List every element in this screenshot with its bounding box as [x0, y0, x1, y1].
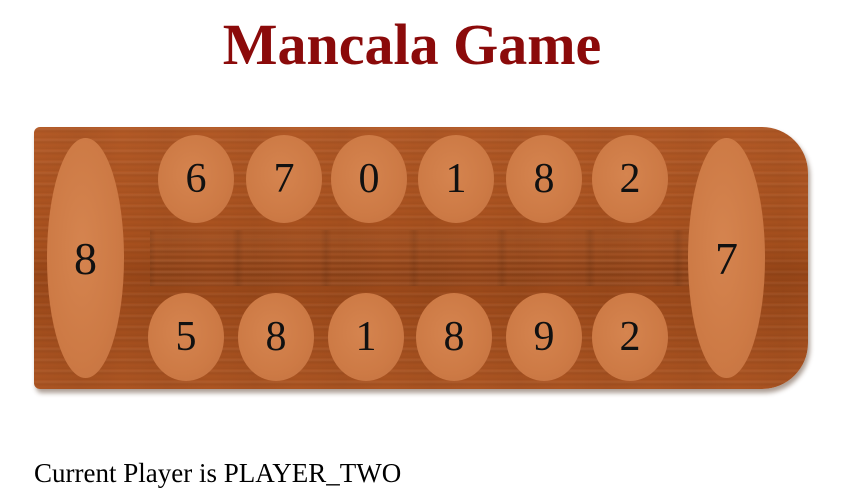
store-left: 8: [47, 138, 124, 378]
current-player-status: Current Player is PLAYER_TWO: [34, 458, 402, 488]
pit-top-5[interactable]: 8: [506, 135, 582, 223]
pit-top-2[interactable]: 7: [246, 135, 322, 223]
mancala-board: 8 6 7 0 1 8 2 5 8 1 8 9 2 7: [34, 127, 808, 389]
pit-top-3[interactable]: 0: [331, 135, 407, 223]
pit-bottom-2[interactable]: 8: [238, 293, 314, 381]
pit-bottom-3[interactable]: 1: [328, 293, 404, 381]
pit-bottom-5[interactable]: 9: [506, 293, 582, 381]
page-title: Mancala Game: [222, 12, 602, 77]
pit-bottom-4[interactable]: 8: [416, 293, 492, 381]
board-center-divider: [150, 230, 710, 286]
pit-top-1[interactable]: 6: [158, 135, 234, 223]
pit-bottom-6[interactable]: 2: [592, 293, 668, 381]
pit-top-6[interactable]: 2: [592, 135, 668, 223]
store-right: 7: [688, 138, 765, 378]
pit-top-4[interactable]: 1: [418, 135, 494, 223]
pit-bottom-1[interactable]: 5: [148, 293, 224, 381]
